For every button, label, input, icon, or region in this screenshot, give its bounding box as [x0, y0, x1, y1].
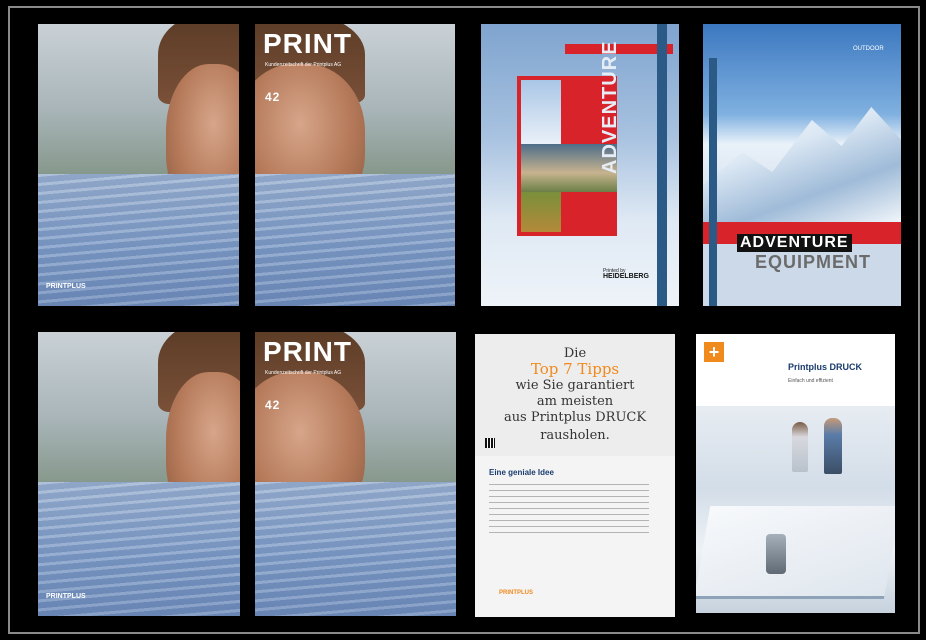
blue-spine: [657, 24, 667, 306]
adventure-equipment-title-1: ADVENTURE: [737, 234, 852, 252]
tips-line-4: rausholen.: [540, 428, 610, 443]
print-cover-right-2: PRINT Kundenzeitschrift der Printplus AG…: [255, 332, 456, 616]
issue-number: 42: [265, 90, 281, 104]
issue-number: 42: [265, 398, 281, 412]
heidelberg-label: HEIDELBERG: [603, 273, 649, 280]
body-text-lines: [489, 484, 649, 534]
loupe: [766, 534, 786, 574]
person-man: [824, 418, 842, 474]
tips-line-3: aus Printplus DRUCK: [503, 410, 647, 425]
qr-code: [485, 438, 495, 448]
druck-subtitle: Einfach und effizient: [788, 378, 833, 384]
tips-flyer: Die Top 7 Tipps wie Sie garantiert am me…: [475, 334, 675, 617]
shirt: [255, 174, 455, 306]
tips-die: Die: [563, 346, 587, 361]
outdoor-label: OUTDOOR: [853, 46, 884, 52]
tips-line-2: am meisten: [536, 394, 614, 409]
adventure-equipment-cover: OUTDOOR ADVENTURE EQUIPMENT: [703, 24, 901, 306]
adventure-equipment-title-2: EQUIPMENT: [755, 252, 872, 272]
blue-spine: [709, 58, 717, 306]
printplus-logo: PRINTPLUS: [46, 593, 86, 600]
photo-hiker: [521, 80, 561, 144]
flyer-logo: PRINTPLUS: [499, 590, 534, 596]
adventure-cover: ADVENTURE Printed by HEIDELBERG: [481, 24, 679, 306]
tips-line-1: wie Sie garantiert: [515, 378, 635, 393]
print-cover-left-2: PRINTPLUS: [38, 332, 240, 616]
print-title: PRINT: [263, 336, 352, 367]
person-woman: [792, 422, 808, 472]
shirt: [255, 482, 456, 616]
druck-cover: + Printplus DRUCK Einfach und effizient: [696, 334, 895, 613]
druck-title: Printplus DRUCK: [788, 362, 862, 372]
adventure-vertical-title: ADVENTURE: [599, 40, 621, 174]
print-sheet: [696, 506, 895, 599]
print-cover-right: PRINT Kundenzeitschrift der Printplus AG…: [255, 24, 455, 306]
print-cover-left: PRINTPLUS: [38, 24, 239, 306]
print-subtitle: Kundenzeitschrift der Printplus AG: [265, 62, 342, 68]
plus-icon: +: [704, 342, 724, 362]
print-title: PRINT: [263, 28, 352, 59]
tips-top: Top 7 Tipps: [530, 360, 620, 378]
photo-valley: [521, 192, 561, 232]
printplus-logo: PRINTPLUS: [46, 283, 86, 290]
tips-heading: Eine geniale Idee: [489, 468, 554, 477]
print-subtitle: Kundenzeitschrift der Printplus AG: [265, 370, 342, 376]
